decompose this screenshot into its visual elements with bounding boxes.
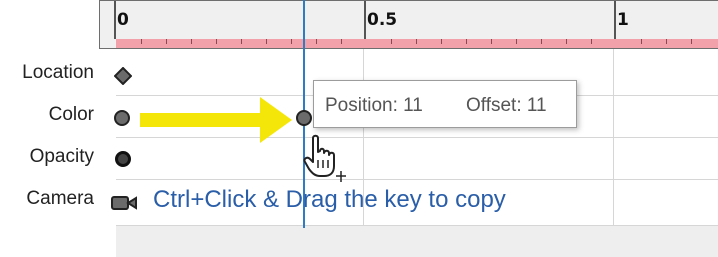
ruler-minor-tick xyxy=(341,39,342,44)
ruler-minor-tick xyxy=(491,39,492,44)
row-divider xyxy=(116,225,718,226)
ruler-minor-tick xyxy=(691,39,692,44)
drag-arrow-icon xyxy=(140,97,292,143)
track-label-location: Location xyxy=(22,62,94,83)
ruler-minor-tick xyxy=(216,39,217,44)
ruler-minor-tick xyxy=(291,39,292,44)
key-position-tooltip: Position: 11 Offset: 11 xyxy=(313,80,577,128)
ruler-minor-tick xyxy=(266,39,267,44)
ruler-major-tick xyxy=(114,1,116,39)
ruler-label-half: 0.5 xyxy=(367,10,398,30)
camera-key-icon xyxy=(111,196,137,210)
ruler-major-tick xyxy=(364,1,366,39)
track-label-color: Color xyxy=(48,104,94,125)
ruler-label-0: 0 xyxy=(117,10,129,30)
ruler-minor-tick xyxy=(316,39,317,44)
ruler-major-tick xyxy=(614,1,616,39)
ruler-minor-tick xyxy=(141,39,142,44)
row-divider xyxy=(116,179,718,180)
track-label-camera: Camera xyxy=(26,188,94,209)
ruler-label-1: 1 xyxy=(617,10,629,30)
opacity-keyframe[interactable] xyxy=(115,151,131,167)
ruler-minor-tick xyxy=(666,39,667,44)
color-keyframe[interactable] xyxy=(114,110,130,126)
camera-keyframe[interactable] xyxy=(111,194,137,216)
ruler-minor-tick xyxy=(391,39,392,44)
ruler-minor-tick xyxy=(641,39,642,44)
diamond-key-icon xyxy=(113,66,133,86)
timeline-editor: 0 0.5 1 Location Color Opacity Camera Po… xyxy=(0,0,718,257)
ruler-minor-tick xyxy=(516,39,517,44)
hand-cursor-icon xyxy=(303,134,346,182)
time-ruler[interactable]: 0 0.5 1 xyxy=(99,0,718,49)
ruler-minor-tick xyxy=(416,39,417,44)
ruler-minor-tick xyxy=(566,39,567,44)
tooltip-position: Position: 11 xyxy=(325,95,423,116)
location-keyframe[interactable] xyxy=(113,66,133,89)
ruler-minor-tick xyxy=(166,39,167,44)
grid-column xyxy=(613,49,614,226)
ruler-minor-tick xyxy=(441,39,442,44)
track-label-opacity: Opacity xyxy=(29,146,94,167)
ruler-minor-tick xyxy=(241,39,242,44)
ruler-minor-tick xyxy=(591,39,592,44)
ruler-tick-band xyxy=(116,39,718,48)
ruler-minor-tick xyxy=(466,39,467,44)
tooltip-offset: Offset: 11 xyxy=(466,95,547,116)
ruler-minor-tick xyxy=(541,39,542,44)
instruction-text: Ctrl+Click & Drag the key to copy xyxy=(153,186,506,213)
ruler-minor-tick xyxy=(191,39,192,44)
dragged-color-keyframe[interactable] xyxy=(296,110,312,126)
